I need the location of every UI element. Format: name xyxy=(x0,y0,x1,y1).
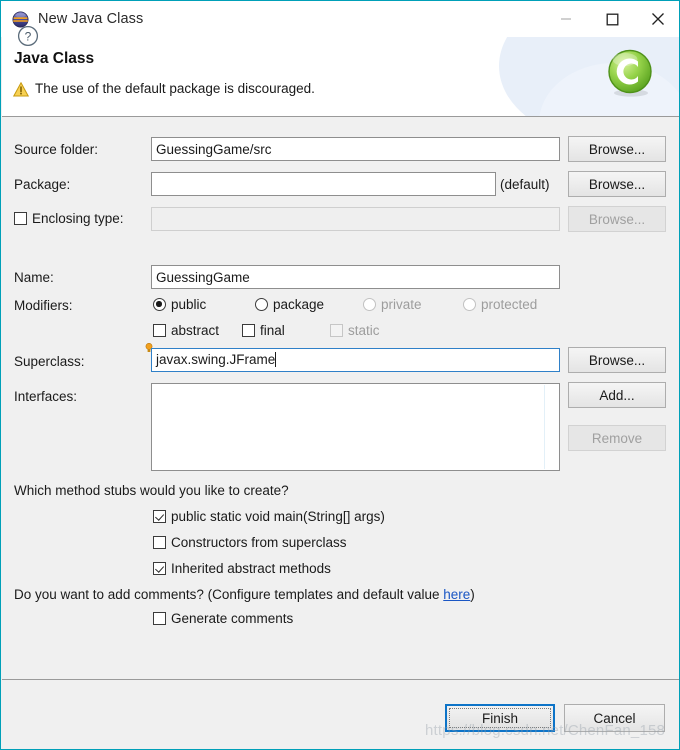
checkbox-main-label: public static void main(String[] args) xyxy=(171,509,385,524)
close-icon[interactable] xyxy=(635,1,679,37)
dialog-body: Source folder: Browse... Package: (defau… xyxy=(2,117,679,679)
page-title: Java Class xyxy=(14,50,95,67)
warning-icon xyxy=(12,81,30,97)
interfaces-label: Interfaces: xyxy=(14,389,78,404)
checkbox-abstract-label: abstract xyxy=(171,323,220,338)
checkbox-final-label: final xyxy=(260,323,285,338)
source-folder-browse-button[interactable]: Browse... xyxy=(568,136,666,162)
checkbox-generate-comments-box xyxy=(153,612,166,625)
modifiers-label: Modifiers: xyxy=(14,298,73,313)
cancel-button[interactable]: Cancel xyxy=(564,704,665,732)
radio-private-label: private xyxy=(381,297,422,312)
superclass-label: Superclass: xyxy=(14,354,85,369)
modifier-radio-private: private xyxy=(363,297,422,312)
modifier-checkbox-final[interactable]: final xyxy=(242,323,285,338)
svg-text:?: ? xyxy=(25,29,32,43)
name-label: Name: xyxy=(14,270,54,285)
radio-protected-label: protected xyxy=(481,297,538,312)
text-cursor xyxy=(275,352,277,367)
checkbox-generate-comments-label: Generate comments xyxy=(171,611,294,626)
superclass-browse-button[interactable]: Browse... xyxy=(568,347,666,373)
method-stubs-question: Which method stubs would you like to cre… xyxy=(14,483,289,498)
superclass-value: javax.swing.JFrame xyxy=(156,352,276,367)
enclosing-type-browse-button: Browse... xyxy=(568,206,666,232)
dialog-header: Java Class The use of the default packag… xyxy=(2,37,679,116)
finish-button[interactable]: Finish xyxy=(445,704,555,732)
finish-button-label: Finish xyxy=(449,708,551,728)
new-java-class-dialog: New Java Class Java Class The use of the… xyxy=(0,0,680,750)
source-folder-input[interactable] xyxy=(151,137,560,161)
enclosing-type-label: Enclosing type: xyxy=(32,211,124,226)
title-bar: New Java Class xyxy=(1,1,679,37)
help-icon[interactable]: ? xyxy=(17,25,39,47)
java-class-banner-icon xyxy=(605,47,657,99)
checkbox-static-label: static xyxy=(348,323,380,338)
radio-package-indicator xyxy=(255,298,268,311)
interfaces-remove-button: Remove xyxy=(568,425,666,451)
window-controls xyxy=(543,1,679,37)
maximize-icon[interactable] xyxy=(589,1,635,37)
enclosing-type-checkbox-box xyxy=(14,212,27,225)
header-message: The use of the default package is discou… xyxy=(35,81,315,96)
radio-private-indicator xyxy=(363,298,376,311)
superclass-input[interactable]: javax.swing.JFrame xyxy=(151,348,560,372)
modifier-checkbox-static: static xyxy=(330,323,380,338)
checkbox-abstract-box xyxy=(153,324,166,337)
interfaces-add-button[interactable]: Add... xyxy=(568,382,666,408)
checkbox-inherited-box xyxy=(153,562,166,575)
checkbox-constructors-label: Constructors from superclass xyxy=(171,535,347,550)
minimize-icon[interactable] xyxy=(543,1,589,37)
checkbox-main-box xyxy=(153,510,166,523)
modifier-radio-package[interactable]: package xyxy=(255,297,324,312)
generate-comments-checkbox[interactable]: Generate comments xyxy=(153,611,293,626)
package-default-suffix: (default) xyxy=(500,177,550,192)
comments-question: Do you want to add comments? (Configure … xyxy=(14,587,475,602)
interfaces-list[interactable] xyxy=(151,383,560,471)
window-title: New Java Class xyxy=(38,11,144,27)
enclosing-type-checkbox[interactable]: Enclosing type: xyxy=(14,211,124,226)
package-browse-button[interactable]: Browse... xyxy=(568,171,666,197)
modifier-radio-public[interactable]: public xyxy=(153,297,206,312)
configure-templates-link[interactable]: here xyxy=(443,587,470,602)
checkbox-static-box xyxy=(330,324,343,337)
radio-package-label: package xyxy=(273,297,325,312)
enclosing-type-input xyxy=(151,207,560,231)
checkbox-constructors-box xyxy=(153,536,166,549)
stub-checkbox-constructors[interactable]: Constructors from superclass xyxy=(153,535,347,550)
modifier-radio-protected: protected xyxy=(463,297,537,312)
modifier-checkbox-abstract[interactable]: abstract xyxy=(153,323,219,338)
radio-protected-indicator xyxy=(463,298,476,311)
comments-question-suffix: ) xyxy=(470,587,475,602)
stub-checkbox-inherited[interactable]: Inherited abstract methods xyxy=(153,561,331,576)
package-input[interactable] xyxy=(151,172,496,196)
interfaces-list-divider xyxy=(544,385,545,469)
checkbox-final-box xyxy=(242,324,255,337)
comments-question-prefix: Do you want to add comments? (Configure … xyxy=(14,587,444,602)
radio-public-label: public xyxy=(171,297,207,312)
name-input[interactable] xyxy=(151,265,560,289)
source-folder-label: Source folder: xyxy=(14,142,99,157)
stub-checkbox-main[interactable]: public static void main(String[] args) xyxy=(153,509,385,524)
package-label: Package: xyxy=(14,177,71,192)
checkbox-inherited-label: Inherited abstract methods xyxy=(171,561,331,576)
radio-public-indicator xyxy=(153,298,166,311)
